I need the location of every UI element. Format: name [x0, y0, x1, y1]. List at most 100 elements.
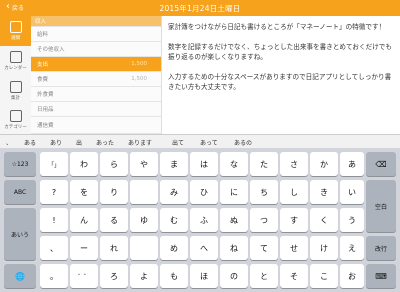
key[interactable]: [130, 236, 158, 260]
diary-text[interactable]: 家計簿をつけながら日記も書けるところが「マネーノート」の特徴です！ 数字を記録す…: [168, 22, 396, 92]
key[interactable]: ま: [160, 152, 188, 176]
suggestion[interactable]: 出て: [172, 138, 184, 147]
diary-editor[interactable]: 家計簿をつけながら日記も書けるところが「マネーノート」の特徴です！ 数字を記録す…: [161, 16, 400, 134]
key[interactable]: を: [70, 180, 98, 204]
sidebar: 週間 カレンダー 集計 カテゴリー: [0, 16, 32, 134]
key[interactable]: え: [340, 236, 364, 260]
suggestion[interactable]: あります: [128, 138, 152, 147]
key[interactable]: よ: [130, 264, 158, 288]
back-button[interactable]: ‹ 戻る: [6, 2, 24, 12]
key[interactable]: め: [160, 236, 188, 260]
key[interactable]: お: [340, 264, 364, 288]
key[interactable]: う: [340, 208, 364, 232]
key[interactable]: ち: [250, 180, 278, 204]
key[interactable]: ひ: [190, 180, 218, 204]
globe-icon[interactable]: 🌐: [4, 264, 36, 288]
key[interactable]: [130, 180, 158, 204]
key[interactable]: た: [250, 152, 278, 176]
sidebar-item-summary[interactable]: 集計: [0, 76, 31, 106]
numbers-key[interactable]: ☆123: [4, 152, 36, 176]
key[interactable]: む: [160, 208, 188, 232]
key[interactable]: ?: [40, 180, 68, 204]
key[interactable]: そ: [280, 264, 308, 288]
category-icon: [9, 110, 22, 122]
sidebar-item-label: 週間: [11, 36, 20, 41]
abc-key[interactable]: ABC: [4, 180, 36, 204]
keyboard: ☆123 ABC あいう 🌐 「」 わ ら や ま は な た さ か あ ? …: [0, 148, 400, 292]
key[interactable]: へ: [190, 236, 218, 260]
key[interactable]: や: [130, 152, 158, 176]
suggestion[interactable]: 、: [6, 138, 12, 147]
key[interactable]: 「」: [40, 152, 68, 176]
key[interactable]: さ: [280, 152, 308, 176]
key[interactable]: て: [250, 236, 278, 260]
sidebar-item-label: カレンダー: [4, 66, 27, 71]
suggestion-bar: 、 ある あり 出 あった あります 出て あって あるの: [0, 134, 400, 149]
key[interactable]: り: [100, 180, 128, 204]
list-item[interactable]: その他収入: [31, 42, 161, 57]
space-key[interactable]: 空白: [366, 180, 396, 232]
sidebar-item-label: カテゴリー: [4, 125, 27, 130]
list-item[interactable]: 食費 1,500: [31, 72, 161, 87]
sidebar-item-calendar[interactable]: カレンダー: [0, 46, 31, 76]
kana-key[interactable]: あいう: [4, 208, 36, 260]
key[interactable]: と: [250, 264, 278, 288]
key[interactable]: ゆ: [130, 208, 158, 232]
suggestion[interactable]: あり: [50, 138, 62, 147]
key[interactable]: わ: [70, 152, 98, 176]
key[interactable]: る: [100, 208, 128, 232]
list-header-expense[interactable]: 支出 1,500: [31, 57, 161, 72]
key[interactable]: し: [280, 180, 308, 204]
list-header-income: 収入: [31, 16, 161, 27]
key[interactable]: れ: [100, 236, 128, 260]
key[interactable]: あ: [340, 152, 364, 176]
key[interactable]: の: [220, 264, 248, 288]
list-item[interactable]: 通信費: [31, 117, 161, 134]
list-item[interactable]: 日用品: [31, 102, 161, 117]
list-item[interactable]: 外食費: [31, 87, 161, 102]
suggestion[interactable]: あった: [96, 138, 114, 147]
sidebar-item-category[interactable]: カテゴリー: [0, 106, 31, 134]
key[interactable]: ぬ: [220, 208, 248, 232]
key[interactable]: き: [310, 180, 338, 204]
key[interactable]: 。: [40, 264, 68, 288]
sidebar-item-week[interactable]: 週間: [0, 16, 31, 46]
key[interactable]: く: [310, 208, 338, 232]
key[interactable]: 、: [40, 236, 68, 260]
suggestion[interactable]: ある: [24, 138, 36, 147]
key[interactable]: か: [310, 152, 338, 176]
key[interactable]: こ: [310, 264, 338, 288]
delete-icon[interactable]: ⌫: [366, 152, 396, 176]
key[interactable]: ほ: [190, 264, 218, 288]
key[interactable]: み: [160, 180, 188, 204]
list-item[interactable]: 給料: [31, 27, 161, 42]
suggestion[interactable]: 出: [76, 138, 82, 147]
chevron-left-icon: ‹: [6, 1, 10, 12]
key[interactable]: ふ: [190, 208, 218, 232]
keyboard-dismiss-icon[interactable]: ⌨: [366, 264, 396, 288]
key[interactable]: !: [40, 208, 68, 232]
key[interactable]: な: [220, 152, 248, 176]
suggestion[interactable]: あって: [200, 138, 218, 147]
key[interactable]: ん: [70, 208, 98, 232]
chart-icon: [9, 81, 22, 93]
calendar-week-icon: [9, 21, 22, 33]
key[interactable]: も: [160, 264, 188, 288]
key[interactable]: つ: [250, 208, 278, 232]
key[interactable]: ゛゜: [70, 264, 98, 288]
key[interactable]: す: [280, 208, 308, 232]
return-key[interactable]: 改行: [366, 236, 396, 260]
key[interactable]: け: [310, 236, 338, 260]
key[interactable]: せ: [280, 236, 308, 260]
key[interactable]: に: [220, 180, 248, 204]
suggestion[interactable]: あるの: [234, 138, 252, 147]
back-label: 戻る: [12, 4, 25, 12]
key[interactable]: ね: [220, 236, 248, 260]
key[interactable]: ー: [70, 236, 98, 260]
sidebar-item-label: 集計: [11, 96, 20, 101]
key[interactable]: ろ: [100, 264, 128, 288]
calendar-icon: [9, 51, 22, 63]
key[interactable]: は: [190, 152, 218, 176]
key[interactable]: い: [340, 180, 364, 204]
key[interactable]: ら: [100, 152, 128, 176]
